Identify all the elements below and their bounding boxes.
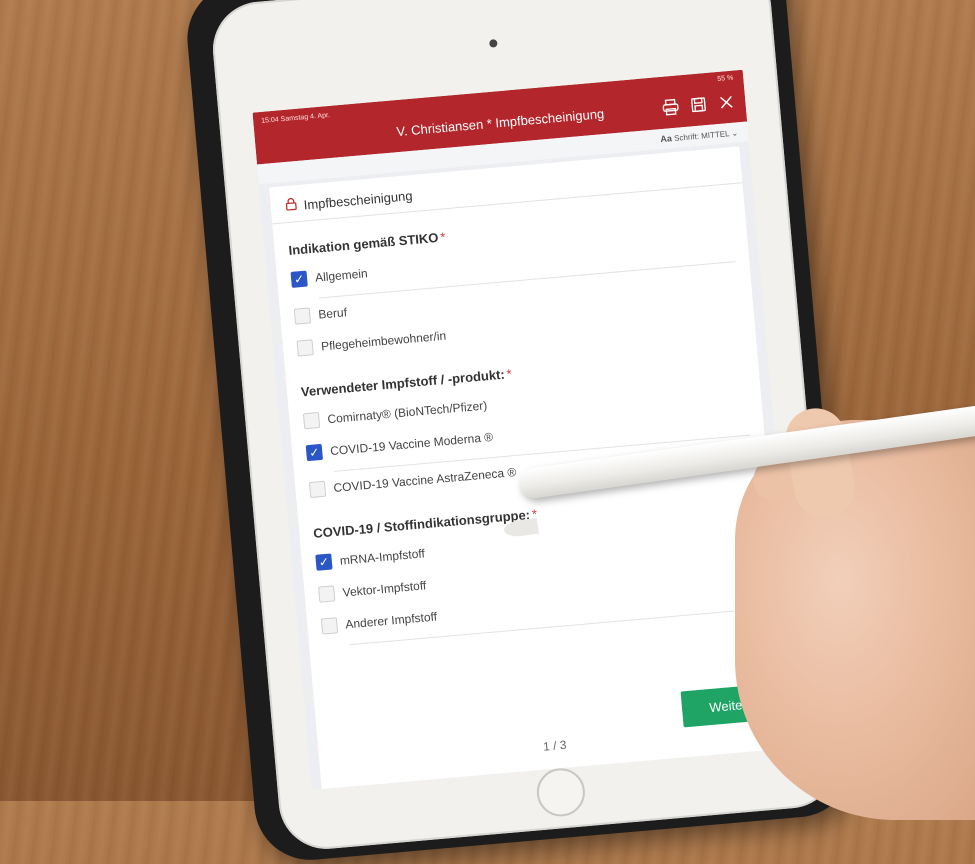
font-size-prefix: Aa — [659, 133, 673, 145]
checkbox-unchecked[interactable] — [320, 617, 339, 635]
option-label: Beruf — [317, 305, 348, 322]
home-button[interactable] — [534, 766, 587, 819]
tablet-device: 15:04 Samstag 4. Apr. 55 % V. Christians… — [209, 0, 841, 853]
app-screen: 15:04 Samstag 4. Apr. 55 % V. Christians… — [252, 69, 802, 791]
front-camera — [489, 39, 498, 48]
checkbox-checked[interactable]: ✓ — [305, 443, 324, 462]
checkbox-unchecked[interactable] — [302, 411, 321, 430]
section-title: Impfbescheinigung — [303, 187, 414, 212]
checkbox-unchecked[interactable] — [308, 480, 327, 499]
header-actions — [661, 93, 736, 117]
lock-icon — [284, 197, 298, 214]
chevron-down-icon: ⌄ — [731, 128, 739, 138]
option-label: Allgemein — [314, 266, 369, 285]
required-marker: * — [505, 366, 513, 382]
checkbox-unchecked[interactable] — [296, 339, 314, 357]
save-icon[interactable] — [689, 95, 709, 115]
font-size-label: Schrift: MITTEL — [673, 129, 730, 143]
checkbox-checked[interactable]: ✓ — [290, 270, 308, 288]
status-time: 15:04 Samstag 4. Apr. — [260, 111, 331, 125]
checkbox-unchecked[interactable] — [318, 585, 336, 603]
close-icon[interactable] — [717, 93, 737, 113]
page-indicator: 1 / 3 — [542, 737, 568, 754]
option-label: Anderer Impfstoff — [344, 609, 438, 632]
option-label: mRNA-Impfstoff — [339, 546, 426, 568]
checkbox-unchecked[interactable] — [293, 307, 312, 325]
checkbox-checked[interactable]: ✓ — [315, 553, 333, 571]
required-marker: * — [439, 229, 447, 245]
option-label: Vektor-Impfstoff — [342, 578, 427, 600]
status-battery: 55 % — [717, 74, 734, 83]
font-size-selector[interactable]: Aa Schrift: MITTEL ⌄ — [660, 127, 739, 144]
option-label: COVID-19 Vaccine Moderna ® — [329, 429, 494, 459]
print-icon[interactable] — [661, 97, 681, 117]
option-label: Comirnaty® (BioNTech/Pfizer) — [326, 398, 488, 427]
option-label: Pflegeheimbewohner/in — [320, 328, 447, 354]
